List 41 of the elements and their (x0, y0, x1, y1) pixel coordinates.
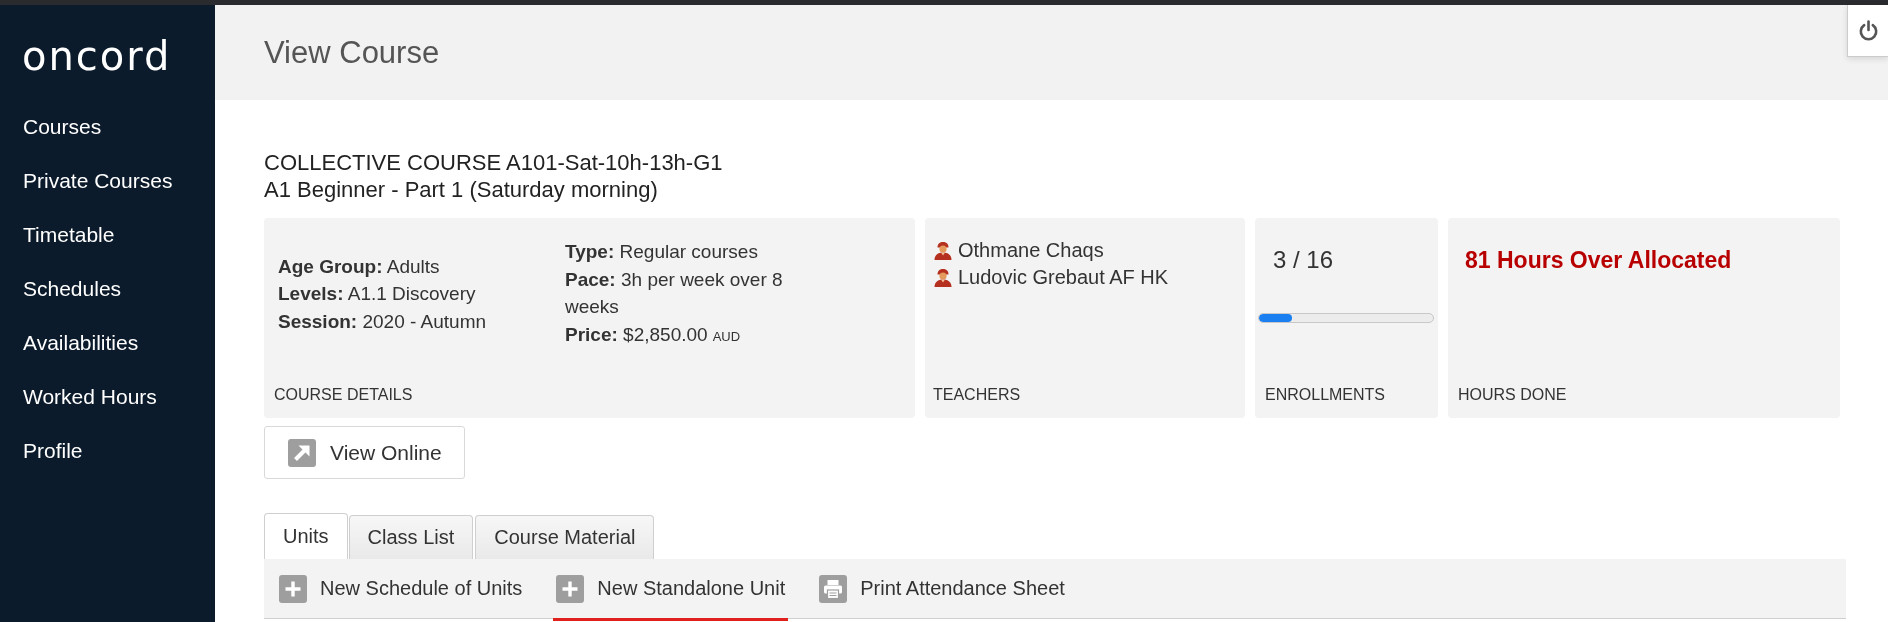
course-title: COLLECTIVE COURSE A101-Sat-10h-13h-G1 (264, 149, 723, 176)
card-label: COURSE DETAILS (274, 385, 413, 405)
toolbar-button[interactable]: New Standalone Unit (553, 559, 789, 621)
nav-link[interactable]: Courses (0, 100, 125, 154)
tab[interactable]: Course Material (475, 515, 655, 559)
detail-field: Session: 2020 - Autumn (278, 307, 487, 336)
toolbar-button[interactable]: New Schedule of Units (276, 559, 526, 621)
nav-link[interactable]: Worked Hours (0, 370, 180, 424)
tab[interactable]: Units (264, 513, 348, 559)
person-icon (933, 241, 953, 260)
enrollment-count: 3 / 16 (1273, 246, 1334, 274)
printer-icon (819, 574, 848, 603)
detail-field: Pace: 3h per week over 8 weeks (565, 265, 835, 321)
nav-link[interactable]: Private Courses (0, 154, 196, 208)
card-label: TEACHERS (933, 385, 1021, 405)
currency-label: AUD (712, 327, 741, 346)
plus-icon (279, 574, 307, 603)
card-label: ENROLLMENTS (1265, 385, 1386, 405)
nav-link[interactable]: Profile (0, 424, 106, 478)
plus-icon (556, 574, 585, 603)
toolbar-button[interactable]: Print Attendance Sheet (816, 559, 1068, 621)
teacher-name: Ludovic Grebaut AF HK (958, 265, 1169, 290)
hours-status: 81 Hours Over Allocated (1465, 246, 1732, 274)
power-button[interactable] (1847, 5, 1888, 57)
logo: oncord (22, 33, 172, 79)
card-label: HOURS DONE (1458, 385, 1567, 405)
person-icon (933, 268, 953, 287)
power-icon (1858, 20, 1878, 41)
tab[interactable]: Class List (348, 515, 474, 559)
teacher-name: Othmane Chaqs (958, 238, 1104, 263)
detail-field: Age Group: Adults (278, 252, 440, 281)
course-subtitle: A1 Beginner - Part 1 (Saturday morning) (264, 176, 658, 203)
detail-field: Type: Regular courses (565, 238, 758, 266)
page-title: View Course (264, 34, 440, 71)
detail-field: Price: $2,850.00 (565, 320, 708, 348)
arrow-square-icon (288, 438, 316, 467)
nav-link[interactable]: Schedules (0, 262, 145, 316)
nav-link[interactable]: Timetable (0, 208, 138, 262)
detail-field: Levels: A1.1 Discovery (278, 280, 476, 308)
view-online-button[interactable]: View Online (264, 426, 465, 479)
nav-link[interactable]: Availabilities (0, 316, 162, 370)
